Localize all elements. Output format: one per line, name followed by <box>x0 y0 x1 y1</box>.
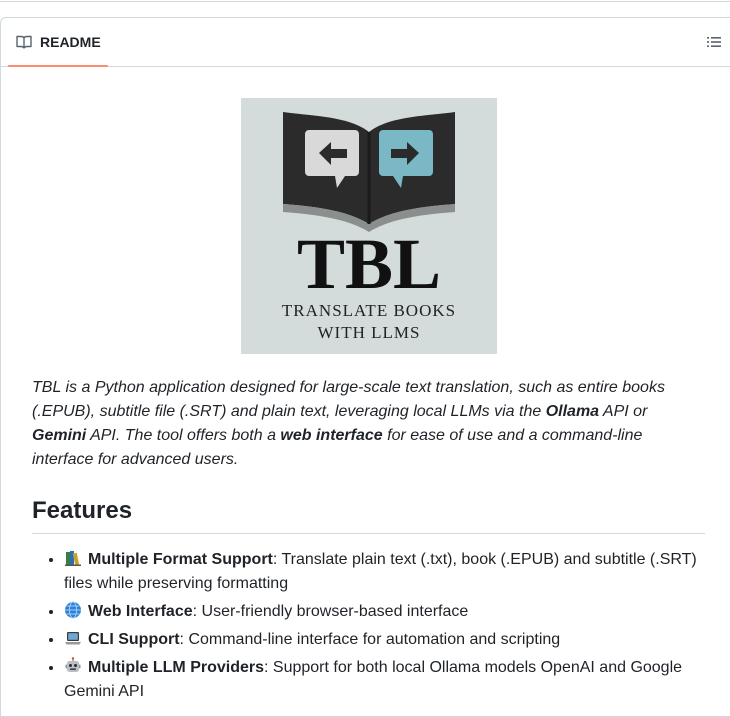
intro-paragraph: TBL is a Python application designed for… <box>32 376 705 472</box>
readme-content: TBL TRANSLATE BOOKS WITH LLMS TBL is a P… <box>32 98 705 708</box>
tab-readme-label: README <box>40 34 101 50</box>
readme-panel: README TBL TRANSLATE BOOKS WITH LLMS TBL… <box>0 17 730 717</box>
globe-icon <box>64 601 82 619</box>
feature-title: CLI Support <box>88 631 180 648</box>
logo-subtitle-line2: WITH LLMS <box>317 323 420 342</box>
robot-icon <box>64 657 82 675</box>
list-item: Multiple Format Support: Translate plain… <box>64 548 705 596</box>
intro-text-3: API. The tool offers both a <box>86 427 281 444</box>
features-list: Multiple Format Support: Translate plain… <box>32 548 705 704</box>
outline-list-icon[interactable] <box>706 34 722 50</box>
list-item: CLI Support: Command-line interface for … <box>64 628 705 652</box>
top-divider <box>0 0 730 2</box>
list-item: Multiple LLM Providers: Support for both… <box>64 656 705 704</box>
list-item: Web Interface: User-friendly browser-bas… <box>64 600 705 624</box>
feature-title: Multiple Format Support <box>88 551 273 568</box>
books-icon <box>64 549 82 567</box>
intro-text-2: API or <box>599 403 648 420</box>
intro-gemini: Gemini <box>32 427 87 444</box>
intro-ollama: Ollama <box>545 403 600 420</box>
logo-title: TBL <box>296 224 440 304</box>
feature-text: : User-friendly browser-based interface <box>192 603 469 620</box>
book-icon <box>16 34 32 50</box>
features-heading[interactable]: Features <box>32 496 705 534</box>
feature-title: Web Interface <box>88 603 193 620</box>
tab-readme[interactable]: README <box>8 18 108 67</box>
tbl-logo[interactable]: TBL TRANSLATE BOOKS WITH LLMS <box>240 98 497 354</box>
feature-title: Multiple LLM Providers <box>88 659 265 676</box>
feature-text: : Command-line interface for automation … <box>179 631 561 648</box>
readme-header: README <box>1 18 730 67</box>
laptop-icon <box>64 629 82 647</box>
intro-web-interface: web interface <box>280 427 383 444</box>
logo-subtitle-line1: TRANSLATE BOOKS <box>281 301 455 320</box>
